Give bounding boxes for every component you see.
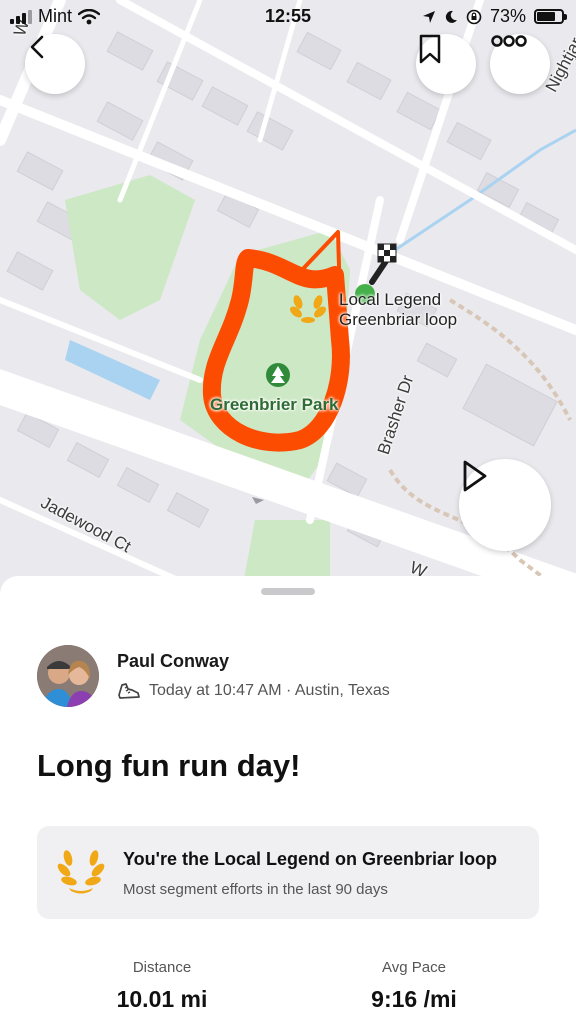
local-legend-label-line1: Local Legend	[339, 290, 442, 309]
moon-icon	[445, 10, 457, 23]
play-icon	[463, 460, 487, 492]
activity-sheet: Paul Conway Today at 10:47 AM · Austin, …	[0, 576, 576, 1024]
battery-icon	[534, 9, 567, 24]
status-bar-right: 73%	[422, 6, 567, 27]
athlete-name[interactable]: Paul Conway	[117, 651, 229, 672]
more-icon	[491, 35, 527, 47]
location-arrow-icon	[422, 10, 435, 23]
play-flyover-button[interactable]	[459, 459, 551, 551]
stat-value: 9:16 /mi	[371, 986, 457, 1012]
back-button[interactable]	[25, 34, 85, 94]
more-button[interactable]	[490, 34, 550, 94]
laurel-icon	[57, 850, 105, 894]
activity-map[interactable]: Local Legend Greenbriar loop Greenbrier …	[0, 0, 576, 600]
status-bar: Mint 12:55 73%	[0, 0, 576, 34]
local-legend-card[interactable]: You're the Local Legend on Greenbriar lo…	[37, 826, 539, 919]
activity-date-location: Today at 10:47 AM · Austin, Texas	[149, 682, 390, 699]
battery-percent: 73%	[489, 6, 526, 26]
local-legend-title: You're the Local Legend on Greenbriar lo…	[123, 849, 497, 869]
local-legend-label-line2: Greenbriar loop	[339, 310, 458, 329]
local-legend-map-label: Local Legend Greenbriar loop	[339, 290, 457, 330]
stat-distance: Distance 10.01 mi	[62, 959, 262, 1013]
sheet-grabber[interactable]	[261, 588, 315, 595]
run-shoe-icon	[118, 683, 140, 699]
stat-label: Distance	[132, 959, 192, 976]
park-label: Greenbrier Park	[210, 395, 339, 414]
avatar-photo	[37, 645, 99, 707]
stat-avg-pace: Avg Pace 9:16 /mi	[314, 959, 514, 1013]
local-legend-subtitle: Most segment efforts in the last 90 days	[123, 881, 388, 898]
stat-value: 10.01 mi	[116, 986, 208, 1012]
bookmark-button[interactable]	[416, 34, 476, 94]
back-icon	[30, 35, 44, 59]
avatar[interactable]	[37, 645, 99, 707]
orientation-lock-icon	[466, 9, 482, 24]
bookmark-icon	[419, 34, 441, 64]
activity-meta: Today at 10:47 AM · Austin, Texas	[117, 681, 390, 701]
stat-label: Avg Pace	[382, 959, 446, 976]
battery-level	[537, 12, 555, 21]
activity-title: Long fun run day!	[37, 748, 301, 783]
